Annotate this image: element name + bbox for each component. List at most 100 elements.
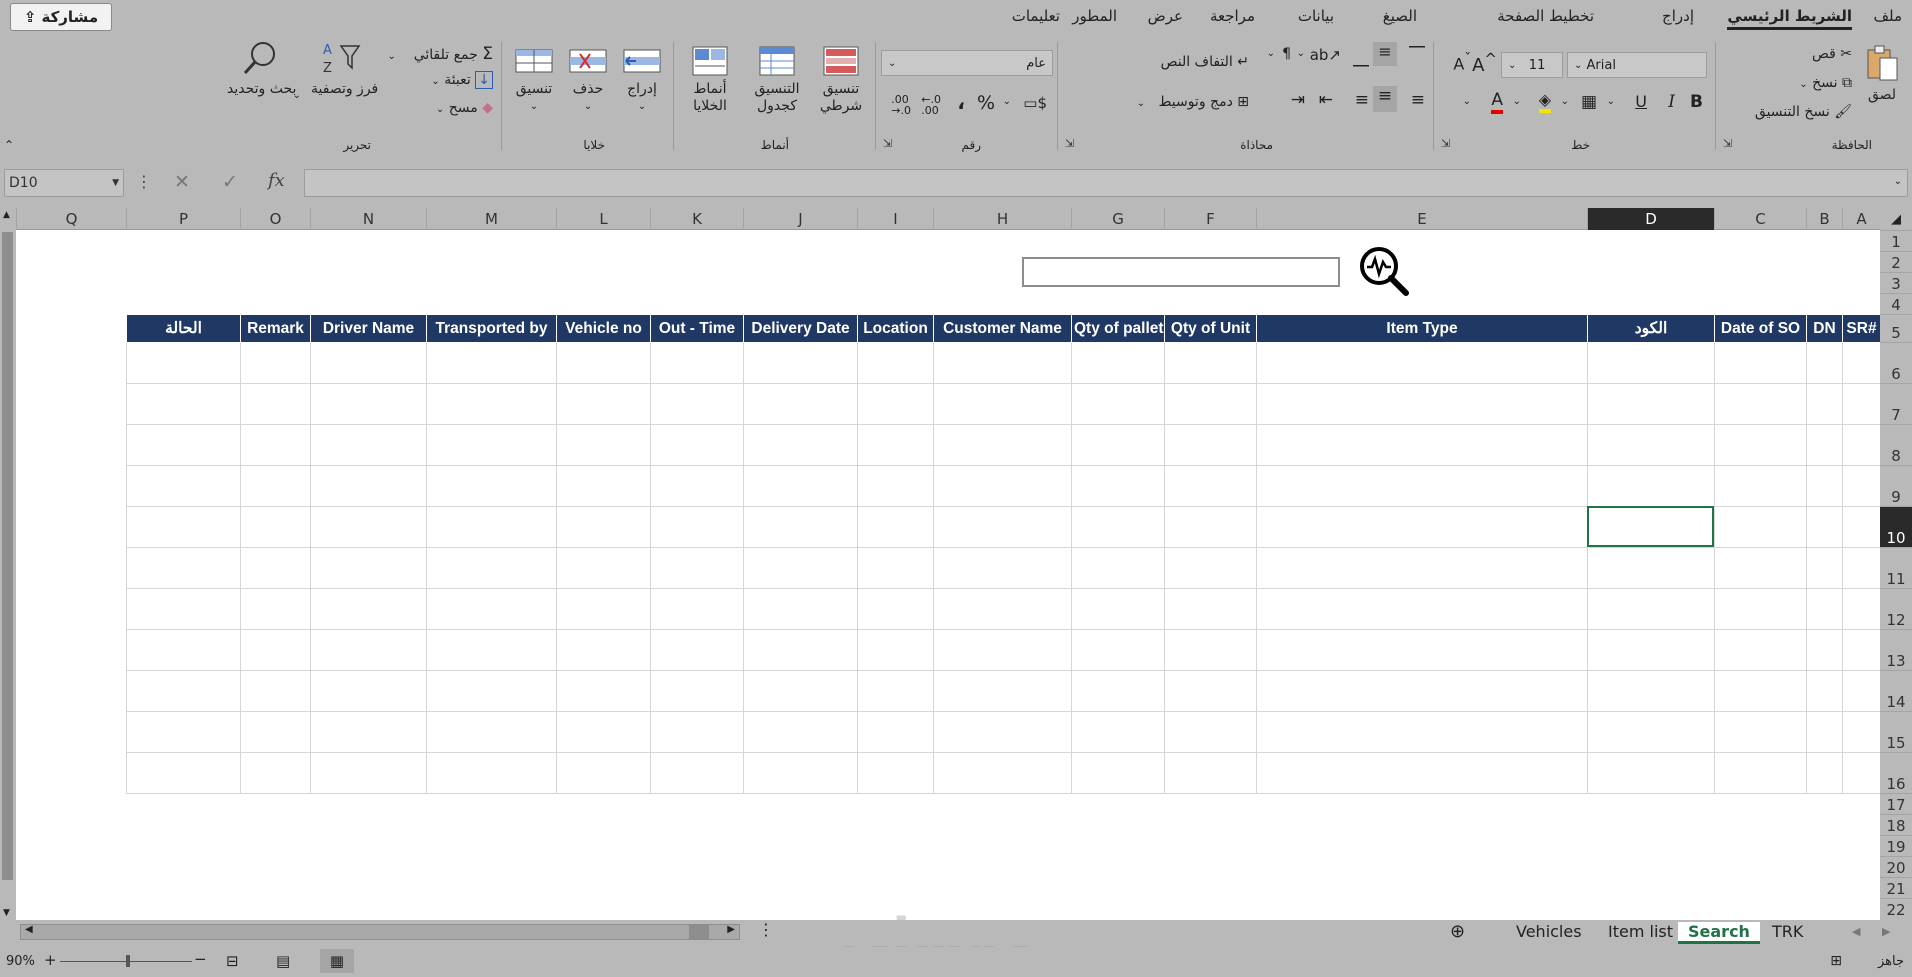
share-button[interactable]: ⇪ مشاركة [10,3,112,31]
decrease-indent-icon[interactable]: ⇤ [1319,90,1333,110]
table-header-cell[interactable]: الكود [1587,314,1715,343]
row-header[interactable]: 7 [1880,383,1912,424]
row-header[interactable]: 19 [1880,835,1912,856]
table-cell[interactable] [240,465,311,507]
table-header-cell[interactable]: Item Type [1256,314,1588,343]
table-cell[interactable] [1071,342,1165,384]
table-cell[interactable] [1164,752,1257,794]
table-cell[interactable] [933,342,1072,384]
table-cell[interactable] [1806,752,1843,794]
collapse-ribbon-icon[interactable]: ⌃ [4,138,14,152]
table-header-cell[interactable]: Qty of pallets [1071,314,1165,343]
select-all-icon[interactable]: ◢ [1880,208,1912,230]
row-header[interactable]: 13 [1880,629,1912,670]
number-format-select[interactable]: ⌄ عام [881,50,1053,76]
tab-page-layout[interactable]: تخطيط الصفحة [1497,7,1594,25]
table-cell[interactable] [1587,711,1715,753]
table-header-cell[interactable]: الحالة [126,314,241,343]
table-cell[interactable] [857,588,934,630]
zoom-slider[interactable] [60,955,192,967]
row-header[interactable]: 16 [1880,752,1912,793]
table-cell[interactable] [426,383,557,425]
table-cell[interactable] [650,711,744,753]
table-cell[interactable] [1071,670,1165,712]
align-right-icon[interactable]: ≡ [1411,90,1425,110]
table-cell[interactable] [743,424,858,466]
increase-font-icon[interactable]: A^ [1472,50,1497,76]
table-cell[interactable] [240,629,311,671]
table-cell[interactable] [556,588,651,630]
table-cell[interactable] [933,383,1072,425]
column-header[interactable]: C [1714,208,1806,230]
find-select-button[interactable]: بحث وتحديد [227,40,296,98]
row-header[interactable]: 17 [1880,793,1912,814]
table-cell[interactable] [1806,670,1843,712]
column-header[interactable]: P [126,208,240,230]
column-header[interactable]: D [1587,208,1714,230]
tab-insert[interactable]: إدراج [1662,7,1694,25]
table-cell[interactable] [857,342,934,384]
align-left-icon[interactable]: ≡ [1355,90,1369,110]
table-cell[interactable] [1256,588,1588,630]
table-cell[interactable] [1714,629,1807,671]
table-cell[interactable] [426,752,557,794]
table-cell[interactable] [1256,711,1588,753]
table-cell[interactable] [240,752,311,794]
table-cell[interactable] [126,465,241,507]
table-header-cell[interactable]: Vehicle no [556,314,651,343]
wrap-text-button[interactable]: التفاف النص ↵ [1161,54,1249,70]
table-cell[interactable] [857,465,934,507]
chevron-down-icon[interactable]: ⌄ [1003,96,1011,107]
table-cell[interactable] [556,752,651,794]
table-cell[interactable] [1842,588,1881,630]
table-cell[interactable] [1587,465,1715,507]
table-cell[interactable] [1256,506,1588,548]
table-cell[interactable] [240,711,311,753]
table-cell[interactable] [1806,465,1843,507]
table-cell[interactable] [1164,547,1257,589]
table-header-cell[interactable]: DN [1806,314,1843,343]
table-cell[interactable] [650,465,744,507]
row-header[interactable]: 11 [1880,547,1912,588]
table-cell[interactable] [1071,711,1165,753]
table-cell[interactable] [126,588,241,630]
table-cell[interactable] [556,711,651,753]
horizontal-scrollbar[interactable]: ◀ ▶ [20,924,740,940]
table-cell[interactable] [1714,424,1807,466]
column-header[interactable]: J [743,208,857,230]
table-cell[interactable] [1071,588,1165,630]
table-cell[interactable] [1587,547,1715,589]
table-header-cell[interactable]: Delivery Date [743,314,858,343]
table-cell[interactable] [310,752,427,794]
row-header[interactable]: 3 [1880,272,1912,293]
delete-cells-button[interactable]: حذف ⌄ [563,46,613,115]
table-cell[interactable] [933,506,1072,548]
table-cell[interactable] [650,629,744,671]
table-cell[interactable] [933,424,1072,466]
tab-developer[interactable]: المطور [1072,7,1117,25]
table-cell[interactable] [310,465,427,507]
table-cell[interactable] [126,506,241,548]
sort-filter-button[interactable]: AZ فرز وتصفية [311,40,378,98]
table-cell[interactable] [1714,465,1807,507]
table-cell[interactable] [650,506,744,548]
table-cell[interactable] [1071,383,1165,425]
table-cell[interactable] [1714,711,1807,753]
table-cell[interactable] [1071,547,1165,589]
table-cell[interactable] [1164,342,1257,384]
zoom-in-icon[interactable]: + [44,951,57,969]
table-cell[interactable] [1164,506,1257,548]
font-size-select[interactable]: ⌄ 11 [1501,52,1563,78]
table-cell[interactable] [240,547,311,589]
orientation-icon[interactable]: ab↗ [1310,46,1341,64]
table-cell[interactable] [1806,629,1843,671]
table-cell[interactable] [1714,588,1807,630]
scroll-right-icon[interactable]: ▶ [1882,925,1890,938]
row-header[interactable]: 20 [1880,856,1912,877]
table-cell[interactable] [1806,506,1843,548]
align-bottom-icon[interactable]: ⎽ [1353,48,1369,68]
column-header[interactable]: G [1071,208,1164,230]
table-cell[interactable] [310,711,427,753]
table-cell[interactable] [240,342,311,384]
table-cell[interactable] [1256,629,1588,671]
